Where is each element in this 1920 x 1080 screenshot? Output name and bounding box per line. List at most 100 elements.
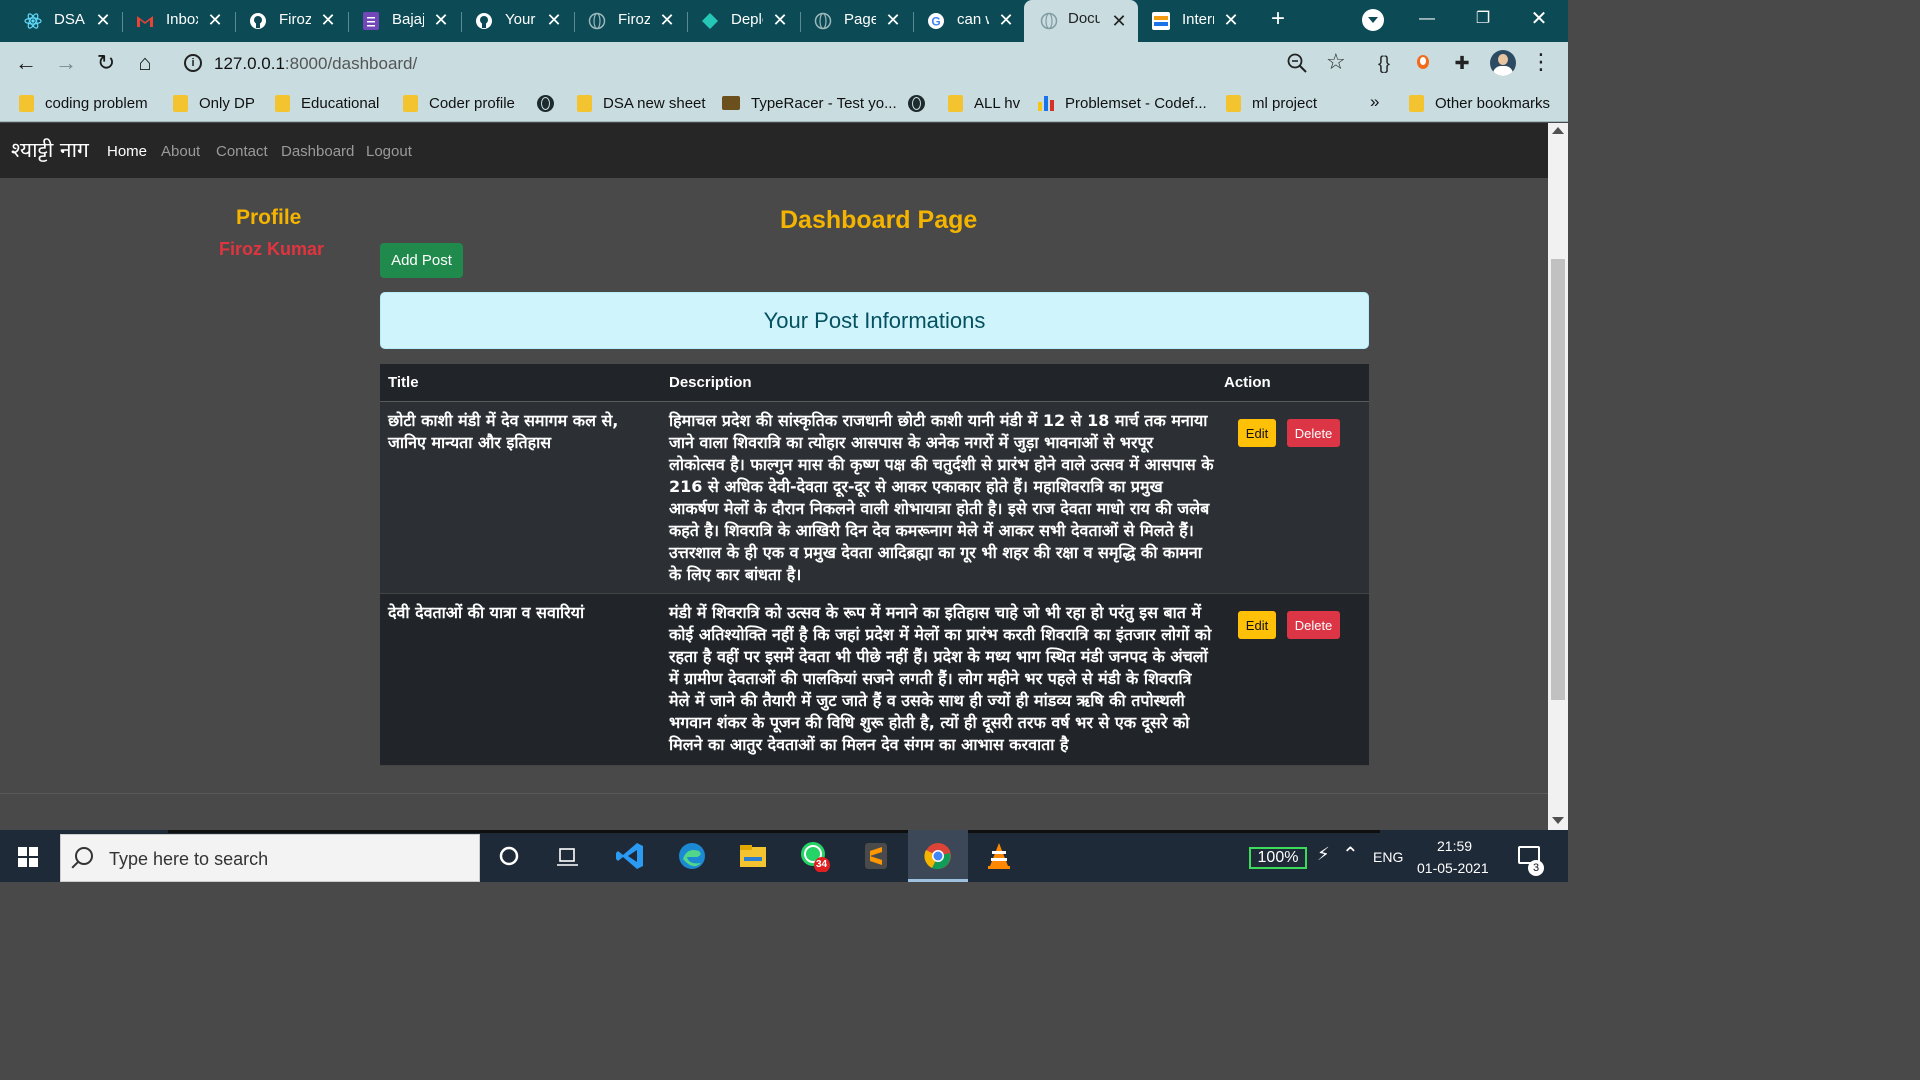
task-view-icon[interactable] bbox=[552, 840, 584, 872]
edge-icon[interactable] bbox=[676, 840, 708, 872]
battery-indicator[interactable]: 100% bbox=[1249, 847, 1307, 869]
minimize-button[interactable]: — bbox=[1412, 6, 1442, 32]
nav-contact[interactable]: Contact bbox=[216, 143, 268, 160]
post-info-banner: Your Post Informations bbox=[380, 292, 1369, 349]
close-icon[interactable]: ✕ bbox=[1108, 10, 1130, 32]
clock-time[interactable]: 21:59 bbox=[1437, 838, 1472, 854]
delete-button[interactable]: Delete bbox=[1287, 419, 1340, 447]
restore-button[interactable]: ❐ bbox=[1468, 6, 1498, 32]
close-icon[interactable]: ✕ bbox=[543, 9, 565, 31]
cortana-icon[interactable] bbox=[493, 840, 525, 872]
tab-label: Inbox bbox=[166, 11, 198, 28]
home-button[interactable]: ⌂ bbox=[133, 51, 157, 75]
nav-dashboard[interactable]: Dashboard bbox=[281, 143, 354, 160]
vscode-icon[interactable] bbox=[614, 840, 646, 872]
tab-label: Docu bbox=[1068, 10, 1100, 27]
close-icon[interactable]: ✕ bbox=[995, 9, 1017, 31]
page-scrollbar[interactable] bbox=[1548, 123, 1568, 830]
forward-button[interactable]: → bbox=[54, 51, 78, 75]
puzzle-extensions-icon[interactable]: ✚ bbox=[1451, 52, 1473, 74]
power-plug-icon[interactable]: ⚡ bbox=[1317, 844, 1330, 865]
other-bookmarks[interactable]: Other bookmarks bbox=[1409, 92, 1550, 114]
browser-tab[interactable]: Your ✕ bbox=[451, 5, 567, 37]
bookmark-item[interactable]: ALL hv bbox=[948, 92, 1020, 114]
language-indicator[interactable]: ENG bbox=[1373, 849, 1403, 865]
table-row: देवी देवताओं की यात्रा व सवारियां मंडी म… bbox=[380, 594, 1369, 766]
close-icon[interactable]: ✕ bbox=[769, 9, 791, 31]
chevron-up-icon[interactable]: ⌃ bbox=[1342, 842, 1359, 867]
browser-tab[interactable]: Intern ✕ bbox=[1138, 5, 1254, 37]
menu-kebab-icon[interactable]: ⋮ bbox=[1530, 51, 1552, 73]
browser-tab[interactable]: Firoz ✕ bbox=[564, 5, 680, 37]
chrome-icon[interactable] bbox=[922, 840, 954, 872]
windows-start-icon[interactable] bbox=[18, 847, 38, 867]
bookmark-item[interactable] bbox=[908, 92, 937, 114]
tab-search-button[interactable] bbox=[1362, 9, 1384, 31]
bookmark-item[interactable]: Problemset - Codef... bbox=[1038, 92, 1207, 114]
whatsapp-icon[interactable]: 34 bbox=[799, 840, 831, 872]
bookmark-item[interactable]: Only DP bbox=[173, 92, 255, 114]
close-icon[interactable]: ✕ bbox=[317, 9, 339, 31]
scrollbar-thumb[interactable] bbox=[1551, 259, 1565, 700]
taskbar-search-box[interactable]: Type here to search bbox=[60, 834, 480, 882]
close-icon[interactable]: ✕ bbox=[204, 9, 226, 31]
zoom-icon[interactable] bbox=[1286, 52, 1308, 74]
scroll-up-arrow-icon[interactable] bbox=[1552, 127, 1564, 134]
close-icon[interactable]: ✕ bbox=[656, 9, 678, 31]
browser-tab[interactable]: Deplo ✕ bbox=[677, 5, 793, 37]
extension-icon[interactable] bbox=[1412, 52, 1434, 74]
clock-date[interactable]: 01-05-2021 bbox=[1417, 860, 1489, 876]
add-post-button[interactable]: Add Post bbox=[380, 243, 463, 278]
back-button[interactable]: ← bbox=[14, 51, 38, 75]
globe-icon bbox=[908, 94, 925, 112]
browser-tab[interactable]: Bajaj ✕ bbox=[338, 5, 454, 37]
profile-avatar[interactable] bbox=[1490, 50, 1516, 76]
site-navbar: श्याट्टी नाग Home About Contact Dashboar… bbox=[0, 123, 1548, 178]
browser-tab-active[interactable]: Docu ✕ bbox=[1024, 0, 1138, 42]
browser-tab[interactable]: Page ✕ bbox=[790, 5, 906, 37]
nav-logout[interactable]: Logout bbox=[366, 143, 412, 160]
delete-button[interactable]: Delete bbox=[1287, 611, 1340, 639]
globe-icon bbox=[588, 12, 606, 30]
table-row: छोटी काशी मंडी में देव समागम कल से, जानि… bbox=[380, 402, 1369, 594]
bookmark-item[interactable]: DSA new sheet bbox=[577, 92, 706, 114]
bookmark-item[interactable]: ml project bbox=[1226, 92, 1317, 114]
tab-label: Your bbox=[505, 11, 536, 28]
url-text[interactable]: 127.0.0.1:8000/dashboard/ bbox=[214, 54, 417, 74]
address-bar[interactable]: i 127.0.0.1:8000/dashboard/ ☆ bbox=[174, 47, 1364, 79]
bookmark-item[interactable]: Coder profile bbox=[403, 92, 515, 114]
bookmark-item[interactable]: coding problem bbox=[19, 92, 148, 114]
nav-home[interactable]: Home bbox=[107, 143, 147, 160]
nav-about[interactable]: About bbox=[161, 143, 200, 160]
browser-tab[interactable]: Inbox ✕ bbox=[112, 5, 228, 37]
page-viewport: श्याट्टी नाग Home About Contact Dashboar… bbox=[0, 123, 1548, 830]
close-window-button[interactable]: ✕ bbox=[1524, 6, 1554, 32]
file-explorer-icon[interactable] bbox=[737, 840, 769, 872]
site-info-icon[interactable]: i bbox=[184, 54, 202, 72]
browser-tab[interactable]: Firoz ✕ bbox=[225, 5, 341, 37]
bookmarks-overflow-button[interactable]: » bbox=[1370, 92, 1379, 112]
scroll-down-arrow-icon[interactable] bbox=[1552, 817, 1564, 824]
google-icon: G bbox=[927, 12, 945, 30]
browser-tab[interactable]: DSA l ✕ bbox=[0, 5, 116, 37]
browser-tab[interactable]: G can w ✕ bbox=[903, 5, 1019, 37]
bookmark-item[interactable]: TypeRacer - Test yo... bbox=[722, 92, 897, 114]
edit-button[interactable]: Edit bbox=[1238, 611, 1276, 639]
close-icon[interactable]: ✕ bbox=[882, 9, 904, 31]
post-description-cell: मंडी में शिवरात्रि को उत्सव के रूप में म… bbox=[669, 603, 1212, 754]
github-icon bbox=[249, 12, 267, 30]
bookmark-item[interactable] bbox=[537, 92, 566, 114]
json-viewer-extension-icon[interactable]: {} bbox=[1373, 52, 1395, 74]
bookmark-star-icon[interactable]: ☆ bbox=[1326, 49, 1346, 75]
new-tab-button[interactable]: + bbox=[1266, 7, 1290, 32]
vlc-icon[interactable] bbox=[983, 840, 1015, 872]
tab-label: Page bbox=[844, 11, 876, 28]
site-brand[interactable]: श्याट्टी नाग bbox=[11, 136, 89, 164]
close-icon[interactable]: ✕ bbox=[92, 9, 114, 31]
edit-button[interactable]: Edit bbox=[1238, 419, 1276, 447]
bookmark-item[interactable]: Educational bbox=[275, 92, 379, 114]
close-icon[interactable]: ✕ bbox=[1220, 9, 1242, 31]
close-icon[interactable]: ✕ bbox=[430, 9, 452, 31]
sublime-text-icon[interactable] bbox=[860, 840, 892, 872]
reload-button[interactable]: ↻ bbox=[94, 51, 118, 75]
